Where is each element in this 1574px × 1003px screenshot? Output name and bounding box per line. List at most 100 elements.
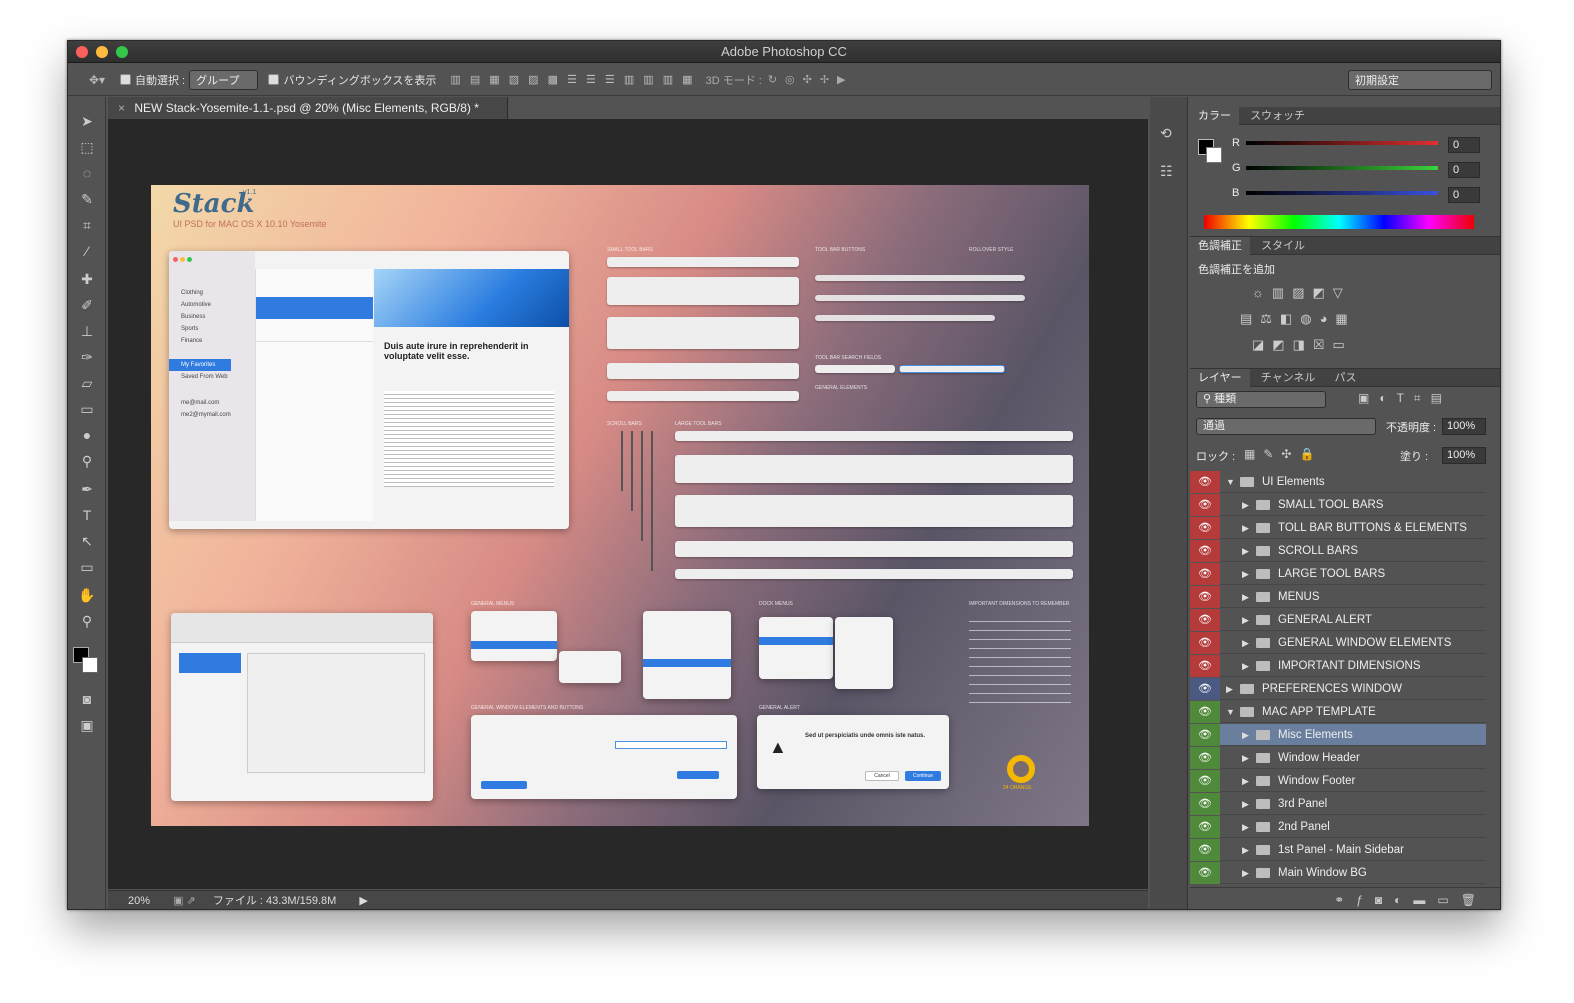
stamp-tool-icon[interactable]: ⊥ xyxy=(77,321,97,341)
layer-visibility-eye-icon[interactable]: 👁 xyxy=(1190,839,1220,861)
channel-r-value[interactable]: 0 xyxy=(1448,137,1480,153)
close-document-icon[interactable]: × xyxy=(118,101,125,115)
layer-visibility-eye-icon[interactable]: 👁 xyxy=(1190,724,1220,746)
blur-tool-icon[interactable]: ● xyxy=(77,425,97,445)
layer-row[interactable]: 👁 ▶ Window Footer xyxy=(1190,770,1486,792)
expand-arrow-icon[interactable]: ▶ xyxy=(1242,747,1249,769)
expand-arrow-icon[interactable]: ▶ xyxy=(1242,540,1249,562)
layer-visibility-eye-icon[interactable]: 👁 xyxy=(1190,701,1220,723)
layer-row[interactable]: 👁 ▶ Misc Elements xyxy=(1190,724,1486,746)
history-panel-icon[interactable]: ⟲ xyxy=(1160,125,1172,142)
status-menu-arrow-icon[interactable]: ▶ xyxy=(359,895,367,907)
layer-row[interactable]: 👁 ▶ 3rd Panel xyxy=(1190,793,1486,815)
brush-tool-icon[interactable]: ✐ xyxy=(77,295,97,315)
layer-row[interactable]: 👁 ▼ UI Elements xyxy=(1190,471,1486,493)
layer-row[interactable]: 👁 ▶ SCROLL BARS xyxy=(1190,540,1486,562)
layer-row[interactable]: 👁 ▶ MENUS xyxy=(1190,586,1486,608)
eyedropper-tool-icon[interactable]: ⁄ xyxy=(77,241,97,261)
layer-row[interactable]: 👁 ▶ LARGE TOOL BARS xyxy=(1190,563,1486,585)
lock-icons[interactable]: ▦✎✣🔒 xyxy=(1244,447,1322,461)
properties-panel-icon[interactable]: ☷ xyxy=(1160,163,1173,180)
layer-visibility-eye-icon[interactable]: 👁 xyxy=(1190,678,1220,700)
layer-visibility-eye-icon[interactable]: 👁 xyxy=(1190,862,1220,884)
auto-select-dropdown[interactable]: グループ xyxy=(189,69,259,90)
tab-swatches[interactable]: スウォッチ xyxy=(1242,107,1313,125)
collapse-arrow-icon[interactable]: ▼ xyxy=(1226,701,1235,723)
layer-footer-icons[interactable]: ⚭ƒ◙◐▬▭🗑 xyxy=(1190,887,1500,909)
mode-3d-icons[interactable]: ↻◎✣✢▶ xyxy=(768,73,854,86)
layer-visibility-eye-icon[interactable]: 👁 xyxy=(1190,540,1220,562)
layer-row[interactable]: 👁 ▶ GENERAL WINDOW ELEMENTS xyxy=(1190,632,1486,654)
shape-tool-icon[interactable]: ▭ xyxy=(77,557,97,577)
bounding-box-checkbox[interactable] xyxy=(268,74,280,85)
adjustment-icons-row-1[interactable]: ☼▥▨◩▽ xyxy=(1252,285,1351,301)
expand-arrow-icon[interactable]: ▶ xyxy=(1242,862,1249,884)
layer-visibility-eye-icon[interactable]: 👁 xyxy=(1190,609,1220,631)
tab-styles[interactable]: スタイル xyxy=(1253,237,1313,255)
expand-arrow-icon[interactable]: ▶ xyxy=(1242,724,1249,746)
bg-color-swatch[interactable] xyxy=(1206,147,1222,163)
minimize-window-button[interactable] xyxy=(96,46,108,58)
fill-value[interactable]: 100% xyxy=(1442,447,1486,464)
tab-paths[interactable]: パス xyxy=(1326,369,1364,387)
adjustment-icons-row-3[interactable]: ◪◩◨☒▭ xyxy=(1252,337,1353,353)
layer-visibility-eye-icon[interactable]: 👁 xyxy=(1190,494,1220,516)
align-distribute-icons[interactable]: ▥ ▤ ▦ ▧ ▨ ▩ ☰ ☰ ☰ ▥ ▥ ▥ ▦ xyxy=(450,73,695,86)
channel-b-value[interactable]: 0 xyxy=(1448,187,1480,203)
auto-select-checkbox[interactable] xyxy=(120,74,131,85)
healing-tool-icon[interactable]: ✚ xyxy=(77,269,97,289)
expand-arrow-icon[interactable]: ▶ xyxy=(1242,586,1249,608)
channel-b-slider[interactable] xyxy=(1246,191,1438,195)
layer-row[interactable]: 👁 ▶ 2nd Panel xyxy=(1190,816,1486,838)
layer-visibility-eye-icon[interactable]: 👁 xyxy=(1190,517,1220,539)
collapse-arrow-icon[interactable]: ▼ xyxy=(1226,471,1235,493)
move-tool-preset-icon[interactable]: ✥▾ xyxy=(88,73,106,87)
blend-mode-dropdown[interactable]: 通過 xyxy=(1196,418,1376,435)
marquee-tool-icon[interactable]: ⬚ xyxy=(77,137,97,157)
layer-row[interactable]: 👁 ▶ Main Window BG xyxy=(1190,862,1486,884)
document-tab[interactable]: × NEW Stack-Yosemite-1.1-.psd @ 20% (Mis… xyxy=(108,97,508,119)
expand-arrow-icon[interactable]: ▶ xyxy=(1242,494,1249,516)
layer-row[interactable]: 👁 ▼ MAC APP TEMPLATE xyxy=(1190,701,1486,723)
move-tool-icon[interactable]: ➤ xyxy=(77,111,97,131)
crop-tool-icon[interactable]: ⌗ xyxy=(77,215,97,235)
dodge-tool-icon[interactable]: ⚲ xyxy=(77,451,97,471)
expand-arrow-icon[interactable]: ▶ xyxy=(1242,609,1249,631)
channel-r-slider[interactable] xyxy=(1246,141,1438,145)
expand-arrow-icon[interactable]: ▶ xyxy=(1242,793,1249,815)
color-spectrum-bar[interactable] xyxy=(1204,215,1474,229)
layer-visibility-eye-icon[interactable]: 👁 xyxy=(1190,471,1220,493)
layer-row[interactable]: 👁 ▶ GENERAL ALERT xyxy=(1190,609,1486,631)
expand-arrow-icon[interactable]: ▶ xyxy=(1242,839,1249,861)
history-brush-icon[interactable]: ✑ xyxy=(77,347,97,367)
screen-mode-icon[interactable]: ▣ xyxy=(77,715,97,735)
zoom-tool-icon[interactable]: ⚲ xyxy=(77,611,97,631)
status-icons[interactable]: ▣ ⇗ xyxy=(173,895,196,907)
channel-g-slider[interactable] xyxy=(1246,166,1438,170)
background-color-swatch[interactable] xyxy=(82,657,98,673)
tab-layers[interactable]: レイヤー xyxy=(1190,369,1250,387)
layer-visibility-eye-icon[interactable]: 👁 xyxy=(1190,563,1220,585)
layer-visibility-eye-icon[interactable]: 👁 xyxy=(1190,655,1220,677)
layer-row[interactable]: 👁 ▶ SMALL TOOL BARS xyxy=(1190,494,1486,516)
layer-row[interactable]: 👁 ▶ 1st Panel - Main Sidebar xyxy=(1190,839,1486,861)
eraser-tool-icon[interactable]: ▱ xyxy=(77,373,97,393)
layer-kind-filter[interactable]: ⚲ 種類 xyxy=(1196,391,1326,408)
expand-arrow-icon[interactable]: ▶ xyxy=(1242,517,1249,539)
tab-color[interactable]: カラー xyxy=(1190,107,1239,125)
layer-visibility-eye-icon[interactable]: 👁 xyxy=(1190,586,1220,608)
canvas-area[interactable]: Stack v1.1 UI PSD for MAC OS X 10.10 Yos… xyxy=(108,119,1148,889)
alert-cancel-button[interactable]: Cancel xyxy=(865,771,899,781)
expand-arrow-icon[interactable]: ▶ xyxy=(1242,563,1249,585)
type-tool-icon[interactable]: T xyxy=(77,505,97,525)
expand-arrow-icon[interactable]: ▶ xyxy=(1242,632,1249,654)
layer-visibility-eye-icon[interactable]: 👁 xyxy=(1190,770,1220,792)
layer-row[interactable]: 👁 ▶ TOLL BAR BUTTONS & ELEMENTS xyxy=(1190,517,1486,539)
layer-visibility-eye-icon[interactable]: 👁 xyxy=(1190,747,1220,769)
expand-arrow-icon[interactable]: ▶ xyxy=(1242,655,1249,677)
path-select-tool-icon[interactable]: ↖ xyxy=(77,531,97,551)
layer-visibility-eye-icon[interactable]: 👁 xyxy=(1190,816,1220,838)
layer-visibility-eye-icon[interactable]: 👁 xyxy=(1190,793,1220,815)
expand-arrow-icon[interactable]: ▶ xyxy=(1242,770,1249,792)
tab-channels[interactable]: チャンネル xyxy=(1253,369,1324,387)
